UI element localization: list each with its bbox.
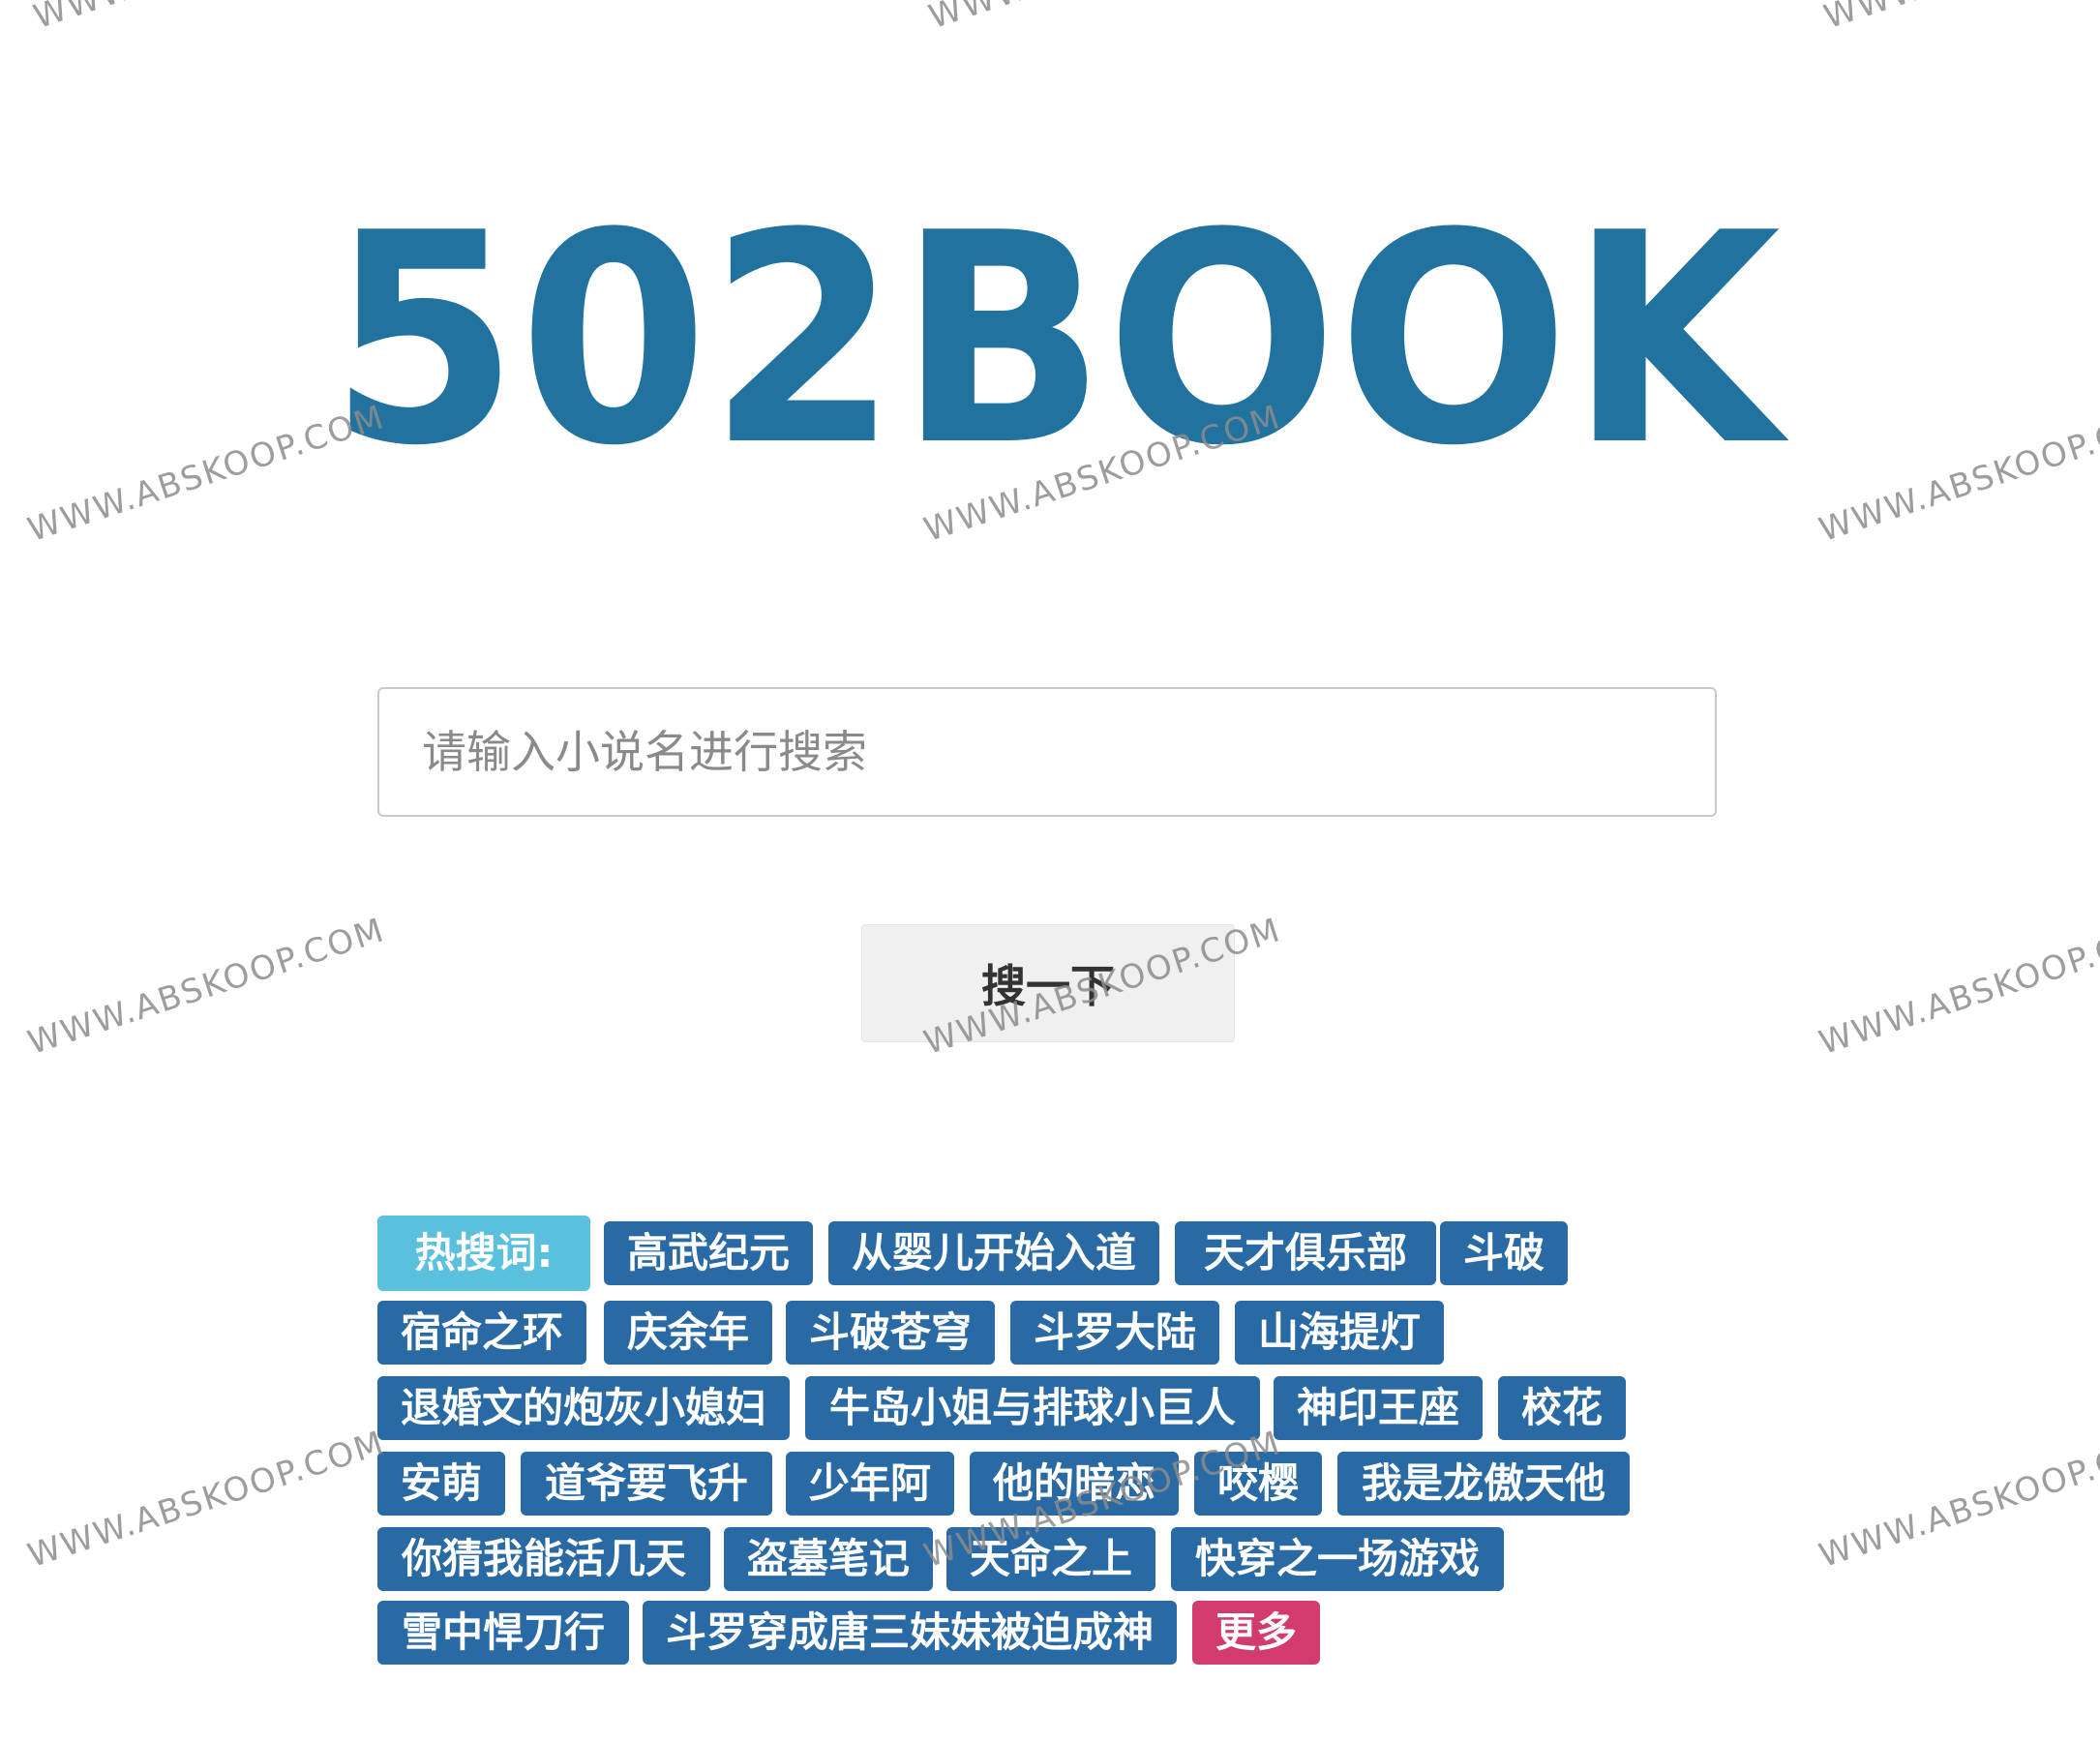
- hot-tag[interactable]: 从婴儿开始入道: [828, 1221, 1159, 1285]
- hot-tag[interactable]: 天命之上: [946, 1527, 1155, 1591]
- watermark: WWW.ABSKOOP.COM: [23, 910, 390, 1064]
- hot-tag[interactable]: 盗墓笔记: [724, 1527, 933, 1591]
- hot-tag[interactable]: 安萌: [377, 1452, 505, 1516]
- search-button[interactable]: 搜一下: [861, 924, 1235, 1042]
- hot-tag[interactable]: 宿命之环: [377, 1301, 586, 1365]
- hot-tag[interactable]: 道爷要飞升: [521, 1452, 772, 1516]
- hot-tag[interactable]: 斗破: [1440, 1221, 1568, 1285]
- hot-tag[interactable]: 神印王座: [1274, 1376, 1483, 1440]
- hot-tag[interactable]: 斗罗穿成唐三妹妹被迫成神: [643, 1601, 1177, 1665]
- hot-tag[interactable]: 天才俱乐部: [1175, 1221, 1436, 1285]
- hot-tag[interactable]: 少年阿: [786, 1452, 954, 1516]
- hot-tag[interactable]: 高武纪元: [604, 1221, 813, 1285]
- hot-tag[interactable]: 庆余年: [604, 1301, 772, 1365]
- watermark: WWW.ABSKOOP.COM: [1815, 397, 2100, 551]
- hot-tag[interactable]: 雪中悍刀行: [377, 1601, 629, 1665]
- hot-tag[interactable]: 咬樱: [1194, 1452, 1322, 1516]
- watermark: WWW.ABSKOOP.COM: [1815, 1423, 2100, 1577]
- hot-tag[interactable]: 快穿之一场游戏: [1171, 1527, 1504, 1591]
- hot-tag[interactable]: 退婚文的炮灰小媳妇: [377, 1376, 790, 1440]
- hot-tag[interactable]: 我是龙傲天他: [1337, 1452, 1630, 1516]
- logo-text: 502BOOK: [329, 184, 1791, 465]
- logo-graphic: 502BOOK: [329, 184, 1791, 465]
- hot-tag[interactable]: 斗破苍穹: [786, 1301, 995, 1365]
- hot-tag[interactable]: 他的暗恋: [970, 1452, 1179, 1516]
- hot-search-label: 热搜词:: [377, 1216, 590, 1291]
- hot-tag[interactable]: 山海提灯: [1235, 1301, 1444, 1365]
- site-logo[interactable]: 502BOOK: [310, 184, 1800, 465]
- search-input[interactable]: [379, 689, 1715, 815]
- hot-tag[interactable]: 斗罗大陆: [1010, 1301, 1219, 1365]
- hot-tag[interactable]: 你猜我能活几天: [377, 1527, 710, 1591]
- watermark: WWW.ABSKOOP.COM: [924, 0, 1291, 37]
- watermark: WWW.ABSKOOP.COM: [23, 1423, 390, 1577]
- hot-tag[interactable]: 校花: [1498, 1376, 1626, 1440]
- watermark: WWW.ABSKOOP.COM: [29, 0, 396, 37]
- search-box: [377, 687, 1717, 817]
- more-button[interactable]: 更多: [1192, 1601, 1320, 1665]
- hot-tag[interactable]: 牛岛小姐与排球小巨人: [805, 1376, 1260, 1440]
- watermark: WWW.ABSKOOP.COM: [1815, 910, 2100, 1064]
- watermark: WWW.ABSKOOP.COM: [1819, 0, 2100, 37]
